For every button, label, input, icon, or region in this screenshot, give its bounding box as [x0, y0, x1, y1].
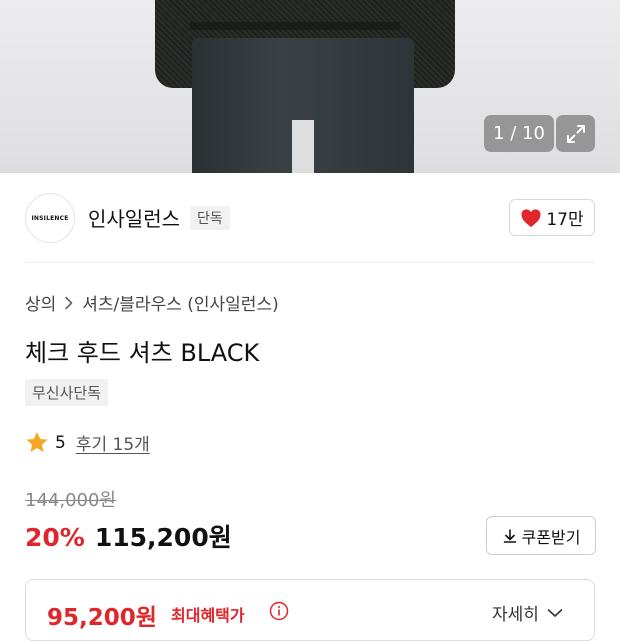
download-icon — [503, 528, 516, 543]
sale-price: 115,200원 — [94, 523, 232, 552]
rating-score: 5 — [55, 432, 66, 453]
expand-icon — [566, 124, 585, 143]
max-benefit-label: 최대혜택가 — [171, 606, 245, 625]
product-image-gallery[interactable]: 1 / 10 — [0, 0, 620, 173]
coupon-button[interactable]: 쿠폰받기 — [486, 516, 596, 555]
coupon-label: 쿠폰받기 — [521, 527, 581, 547]
price-row: 20% 115,200원 — [25, 518, 232, 554]
breadcrumb-category[interactable]: 상의 — [25, 290, 56, 315]
info-icon[interactable] — [269, 601, 289, 621]
image-pager: 1 / 10 — [484, 115, 554, 152]
product-photo-background — [292, 120, 314, 173]
original-price: 144,000원 — [25, 490, 116, 511]
review-count-link[interactable]: 후기 15개 — [76, 430, 150, 455]
discount-rate: 20% — [25, 523, 85, 552]
brand-row: INSILENCE 인사일런스 단독 17만 — [0, 173, 620, 263]
product-title: 체크 후드 셔츠 BLACK — [25, 339, 260, 367]
chevron-down-icon — [547, 608, 563, 617]
breadcrumb: 상의 셔츠/블라우스 (인사일런스) — [25, 290, 279, 315]
exclusive-badge: 무신사단독 — [25, 379, 109, 406]
brand-exclusive-badge: 단독 — [190, 206, 230, 230]
rating-summary: 5 후기 15개 — [25, 430, 150, 455]
divider — [25, 262, 595, 263]
breadcrumb-subcategory[interactable]: 셔츠/블라우스 (인사일런스) — [82, 290, 278, 315]
expand-button[interactable] — [556, 115, 595, 152]
like-button[interactable]: 17만 — [509, 199, 595, 236]
brand-logo[interactable]: INSILENCE — [25, 193, 75, 243]
brand-name[interactable]: 인사일런스 — [88, 203, 180, 232]
max-benefit-box[interactable]: 95,200원 최대혜택가 자세히 — [25, 579, 595, 641]
detail-label: 자세히 — [492, 605, 539, 625]
detail-toggle[interactable]: 자세히 — [492, 600, 563, 625]
heart-icon — [521, 208, 541, 227]
max-benefit-price: 95,200원 — [47, 605, 157, 631]
star-icon — [26, 432, 48, 452]
like-count: 17만 — [546, 210, 584, 230]
chevron-right-icon — [65, 296, 73, 309]
product-photo-hem — [190, 22, 400, 30]
